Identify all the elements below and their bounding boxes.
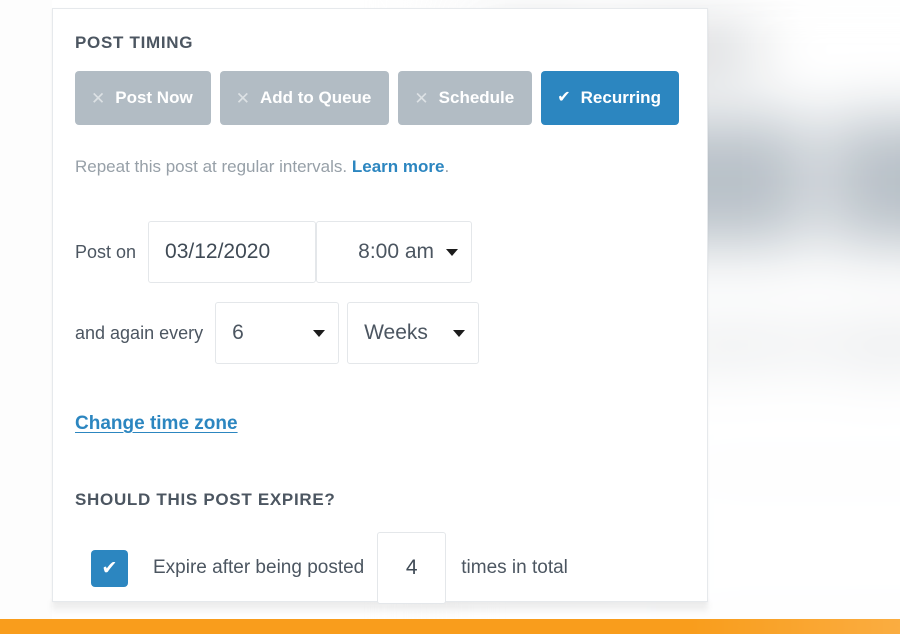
- timing-mode-recurring[interactable]: ✔ Recurring: [541, 71, 679, 125]
- interval-count-value: 6: [232, 321, 244, 344]
- post-timing-dialog: POST TIMING ✕ Post Now ✕ Add to Queue ✕ …: [52, 8, 708, 604]
- interval-row: and again every 6 Weeks: [75, 302, 480, 364]
- timing-mode-button-group: ✕ Post Now ✕ Add to Queue ✕ Schedule ✔ R…: [75, 71, 679, 125]
- change-time-zone-link[interactable]: Change time zone: [75, 413, 238, 435]
- expire-label: Expire after being posted: [153, 557, 365, 578]
- timing-mode-post-now-label: Post Now: [115, 88, 193, 107]
- post-on-row: Post on 03/12/2020 8:00 am: [75, 221, 473, 283]
- post-time-value: 8:00 am: [358, 240, 435, 263]
- expire-count-value: 4: [405, 556, 418, 579]
- expire-suffix-label: times in total: [461, 557, 568, 578]
- expire-row: ✔ Expire after being posted 4 times in t…: [91, 532, 568, 604]
- repeat-description-suffix: .: [444, 157, 450, 176]
- post-date-value: 03/12/2020: [165, 240, 271, 263]
- timing-mode-schedule-label: Schedule: [438, 88, 515, 107]
- interval-count-select[interactable]: 6: [215, 302, 340, 364]
- bottom-orange-bar: [0, 619, 900, 634]
- chevron-down-icon: [453, 329, 466, 337]
- check-icon: ✔: [101, 557, 118, 579]
- close-icon: ✕: [91, 88, 106, 108]
- expire-count-input[interactable]: 4: [377, 532, 447, 604]
- chevron-down-icon: [313, 329, 326, 337]
- chevron-down-icon: [446, 248, 459, 256]
- timing-mode-schedule[interactable]: ✕ Schedule: [398, 71, 533, 125]
- orange-bar-highlight: [690, 619, 900, 634]
- timing-mode-add-to-queue-label: Add to Queue: [259, 88, 372, 107]
- close-icon: ✕: [235, 88, 250, 108]
- expire-checkbox[interactable]: ✔: [91, 549, 128, 587]
- interval-unit-value: Weeks: [364, 321, 428, 344]
- interval-label: and again every: [75, 322, 204, 343]
- bg-date-field: [678, 470, 900, 621]
- should-post-expire-heading: SHOULD THIS POST EXPIRE?: [75, 490, 336, 509]
- interval-unit-select[interactable]: Weeks: [347, 302, 480, 364]
- bg-mode-btn-2: [829, 118, 900, 245]
- timing-mode-post-now[interactable]: ✕ Post Now: [75, 71, 211, 125]
- check-icon: ✔: [557, 89, 571, 106]
- repeat-description-text: Repeat this post at regular intervals.: [75, 157, 352, 176]
- post-time-select[interactable]: 8:00 am: [316, 221, 473, 283]
- page-background-gutter: [0, 0, 52, 620]
- post-date-input[interactable]: 03/12/2020: [148, 221, 317, 283]
- timing-mode-recurring-label: Recurring: [580, 88, 661, 107]
- learn-more-link[interactable]: Learn more: [352, 157, 445, 176]
- post-on-label: Post on: [75, 241, 137, 262]
- post-timing-heading: POST TIMING: [75, 33, 194, 52]
- repeat-description: Repeat this post at regular intervals. L…: [75, 157, 449, 177]
- close-icon: ✕: [414, 88, 429, 108]
- timing-mode-add-to-queue[interactable]: ✕ Add to Queue: [219, 71, 390, 125]
